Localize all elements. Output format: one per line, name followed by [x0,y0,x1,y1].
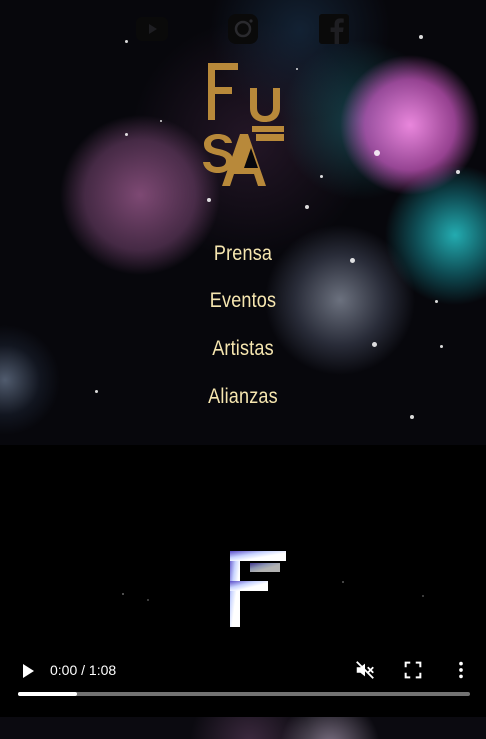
sparkle-decoration [125,40,128,43]
youtube-link[interactable] [135,12,169,46]
sparkle-decoration [160,120,162,122]
sparkle-decoration [456,170,460,174]
fullscreen-icon[interactable] [402,659,424,681]
next-section-preview [0,717,486,739]
nav-item-prensa[interactable]: Prensa [34,242,452,266]
sparkle-decoration [125,133,128,136]
video-player[interactable]: 0:00 / 1:08 [2,445,486,713]
video-controls: 0:00 / 1:08 [2,653,486,713]
video-frame-letter [230,551,286,627]
sparkle-decoration [320,175,323,178]
sparkle-decoration [410,415,414,419]
nav-item-eventos[interactable]: Eventos [34,289,452,313]
sparkle-decoration [374,150,380,156]
play-icon[interactable] [18,661,38,681]
hero-header: Prensa Eventos Artistas Alianzas [0,0,486,445]
facebook-icon [319,14,349,44]
nav-item-alianzas[interactable]: Alianzas [34,385,452,409]
sparkle-decoration [422,595,424,597]
instagram-icon [228,14,258,44]
fusa-logo[interactable] [200,60,290,190]
sparkle-decoration [147,599,149,601]
video-progress-fill [18,692,77,696]
video-time-display: 0:00 / 1:08 [50,662,117,678]
nav-item-artistas[interactable]: Artistas [34,337,452,361]
sparkle-decoration [207,198,211,202]
sparkle-decoration [296,68,298,70]
sparkle-decoration [342,581,344,583]
facebook-link[interactable] [317,12,351,46]
video-progress-bar[interactable] [18,692,470,696]
sparkle-decoration [419,35,423,39]
sparkle-decoration [122,593,124,595]
instagram-link[interactable] [226,12,260,46]
more-options-icon[interactable] [450,659,472,681]
muted-volume-icon[interactable] [354,659,376,681]
sparkle-decoration [305,205,309,209]
youtube-icon [136,17,168,41]
